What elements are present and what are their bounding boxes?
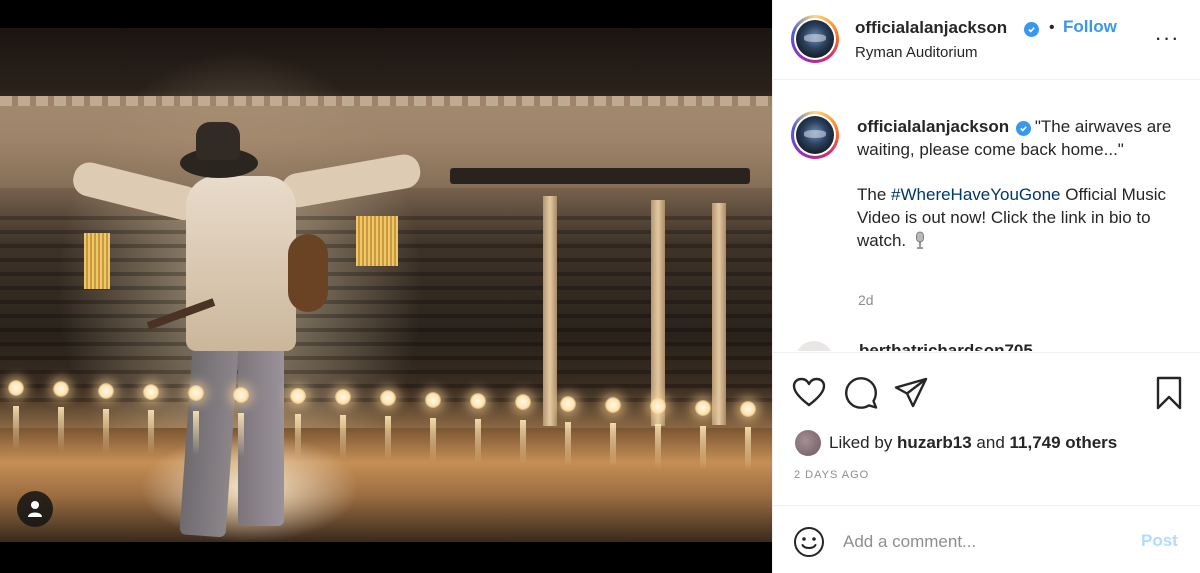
footlight-reflection <box>238 413 244 457</box>
comment-button[interactable] <box>843 375 879 411</box>
ryman-sign <box>450 168 750 184</box>
heart-icon <box>792 377 826 407</box>
post-photo <box>0 28 772 542</box>
footlight-bulb <box>425 392 441 408</box>
post-caption: officialalanjackson "The airwaves are wa… <box>857 115 1177 252</box>
footlight-reflection <box>745 427 751 471</box>
pillar <box>543 196 557 426</box>
footlight-reflection <box>655 424 661 468</box>
footlight-bulb <box>470 393 486 409</box>
footlight-reflection <box>13 406 19 450</box>
likes-count-link[interactable]: 11,749 others <box>1010 433 1118 452</box>
likes-middle: and <box>971 433 1010 452</box>
footlight-reflection <box>295 414 301 458</box>
like-button[interactable] <box>791 375 827 411</box>
comment-input[interactable] <box>843 528 1133 556</box>
footlight-reflection <box>148 410 154 454</box>
commenter-username[interactable]: berthatrichardson705 <box>859 341 1033 351</box>
post-timestamp[interactable]: 2 DAYS AGO <box>794 469 869 481</box>
avatar-frame <box>794 114 836 156</box>
footlight-bulb <box>380 390 396 406</box>
footlight-reflection <box>610 423 616 467</box>
footlight-bulb <box>188 385 204 401</box>
verified-badge-icon <box>1024 22 1039 37</box>
verified-badge-icon <box>1015 121 1031 136</box>
share-button[interactable] <box>893 375 929 411</box>
hashtag-link[interactable]: #WhereHaveYouGone <box>891 185 1061 204</box>
footlight-bulb <box>8 380 24 396</box>
cowboy-hat-crown <box>196 122 240 160</box>
footlight-bulb <box>143 384 159 400</box>
footlight-bulb <box>53 381 69 397</box>
profile-avatar[interactable] <box>791 15 839 63</box>
caption-paragraph: The #WhereHaveYouGone Official Music Vid… <box>857 183 1177 252</box>
post-actions <box>773 352 1200 434</box>
jacket-fringe <box>84 233 110 289</box>
post-header: officialalanjackson • Follow Ryman Audit… <box>773 0 1200 80</box>
smiley-icon <box>794 527 824 557</box>
follow-button[interactable]: Follow <box>1063 17 1117 37</box>
jacket-fringe <box>356 216 398 266</box>
user-tag-button[interactable] <box>17 491 53 527</box>
post-location[interactable]: Ryman Auditorium <box>855 44 978 61</box>
user-tag-icon <box>28 501 42 517</box>
performer-torso <box>186 176 296 351</box>
save-button[interactable] <box>1151 375 1187 411</box>
separator-dot: • <box>1049 19 1055 36</box>
footlight-bulb <box>98 383 114 399</box>
footlight-reflection <box>565 422 571 466</box>
caption-text: The <box>857 185 892 204</box>
footlight-bulb <box>650 398 666 414</box>
liker-username[interactable]: huzarb13 <box>897 433 972 452</box>
footlight-bulb <box>290 388 306 404</box>
likes-text: Liked by huzarb13 and 11,749 others <box>829 433 1117 453</box>
more-options-icon[interactable]: ··· <box>1151 22 1183 54</box>
footlight-reflection <box>103 409 109 453</box>
commenter-avatar[interactable] <box>795 341 833 351</box>
post-media[interactable] <box>0 0 772 573</box>
liker-avatar[interactable] <box>795 430 821 456</box>
pillar <box>712 203 726 425</box>
footlight-bulb <box>695 400 711 416</box>
footlight-bulb <box>740 401 756 417</box>
likes-summary: Liked by huzarb13 and 11,749 others <box>795 430 1195 456</box>
footlight-bulb <box>233 387 249 403</box>
footlight-reflection <box>475 419 481 463</box>
likes-prefix: Liked by <box>829 433 898 452</box>
avatar-image <box>796 116 834 154</box>
post-username[interactable]: officialalanjackson <box>855 18 1007 38</box>
paper-plane-icon <box>894 377 928 408</box>
footlight-bulb <box>335 389 351 405</box>
bookmark-icon <box>1156 376 1182 410</box>
caption-avatar[interactable] <box>791 111 839 159</box>
footlight-reflection <box>700 426 706 470</box>
avatar-image <box>796 20 834 58</box>
footlight-reflection <box>430 418 436 462</box>
balcony-trim <box>0 96 772 106</box>
comment-bubble-icon <box>845 377 878 409</box>
pillar <box>651 200 665 426</box>
caption-username[interactable]: officialalanjackson <box>857 117 1009 136</box>
footlight-reflection <box>520 420 526 464</box>
post-comment-button[interactable]: Post <box>1141 531 1178 551</box>
footlight-reflection <box>193 411 199 455</box>
caption-age[interactable]: 2d <box>858 292 874 308</box>
emoji-button[interactable] <box>793 526 825 558</box>
performer-leg <box>238 346 284 526</box>
avatar-frame <box>794 18 836 60</box>
guitar <box>288 234 328 312</box>
footlight-bulb <box>605 397 621 413</box>
comments-section: officialalanjackson "The airwaves are wa… <box>773 81 1200 351</box>
footlight-reflection <box>58 407 64 451</box>
post-sidebar: officialalanjackson • Follow Ryman Audit… <box>772 0 1200 573</box>
footlight-bulb <box>515 394 531 410</box>
comment-item: berthatrichardson705 <box>795 339 1195 351</box>
caption-paragraph: officialalanjackson "The airwaves are wa… <box>857 115 1177 161</box>
add-comment-bar: Post <box>773 505 1200 573</box>
footlight-bulb <box>560 396 576 412</box>
footlight-reflection <box>340 415 346 459</box>
footlight-reflection <box>385 416 391 460</box>
microphone-emoji-icon <box>915 231 924 249</box>
